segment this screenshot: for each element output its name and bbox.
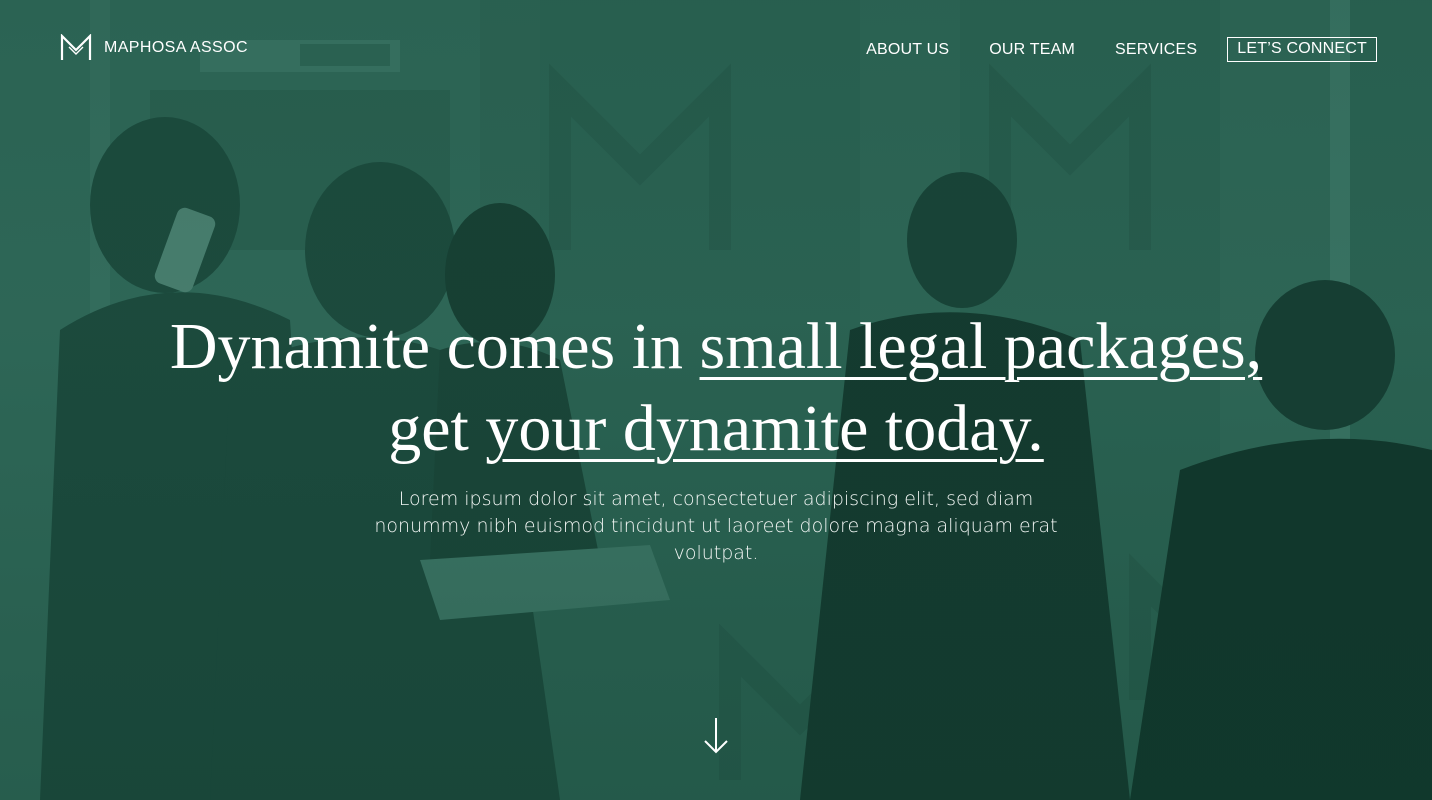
brand-name: MAPHOSA ASSOC <box>104 38 248 56</box>
headline-line2-emphasis: your dynamite today. <box>485 392 1044 465</box>
nav-our-team[interactable]: OUR TEAM <box>989 41 1075 59</box>
headline-line2-text: get <box>388 392 486 465</box>
hero-headline: Dynamite comes in small legal packages, … <box>0 306 1432 470</box>
headline-line1-emphasis: small legal packages, <box>699 310 1263 383</box>
lets-connect-button[interactable]: LET’S CONNECT <box>1227 37 1377 62</box>
arrow-down-icon[interactable] <box>702 716 730 756</box>
nav-services[interactable]: SERVICES <box>1115 41 1197 59</box>
headline-line1-text: Dynamite comes in <box>169 310 700 383</box>
main-navigation: ABOUT US OUR TEAM SERVICES LET’S CONNECT <box>866 37 1377 62</box>
brand-logo[interactable]: MAPHOSA ASSOC <box>60 34 248 61</box>
hero-subtext: Lorem ipsum dolor sit amet, consectetuer… <box>374 488 1058 564</box>
nav-about-us[interactable]: ABOUT US <box>866 41 949 59</box>
m-monogram-icon <box>60 34 92 61</box>
hero-section: MAPHOSA ASSOC ABOUT US OUR TEAM SERVICES… <box>0 0 1432 800</box>
